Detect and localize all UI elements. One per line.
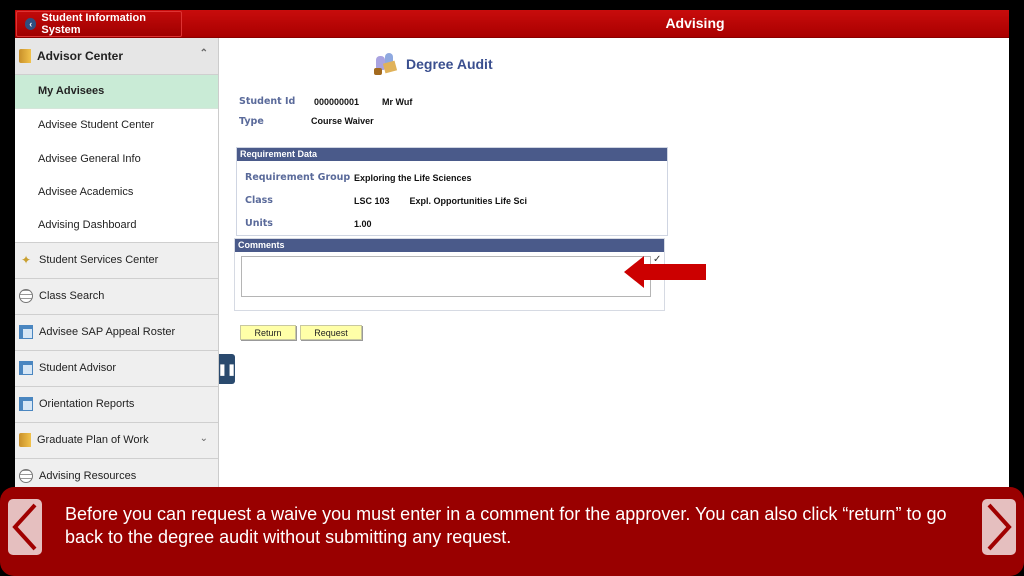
sidebar-item-label: Advising Resources — [39, 470, 137, 482]
requirement-data-header: Requirement Data — [237, 148, 667, 161]
units-label: Units — [245, 218, 273, 229]
globe-icon — [19, 469, 33, 483]
globe-icon — [19, 289, 33, 303]
request-button[interactable]: Request — [300, 325, 362, 340]
top-bar: ‹ Student Information System Advising — [15, 10, 1009, 38]
sidebar-item-student-advisor[interactable]: Student Advisor — [15, 350, 218, 387]
annotation-arrow-icon — [624, 256, 706, 288]
back-icon: ‹ — [25, 18, 37, 30]
requirement-group-label: Requirement Group — [245, 172, 351, 183]
units-row: Units 1.00 — [245, 218, 372, 229]
page-icon — [19, 325, 33, 339]
student-id-value: 000000001 — [314, 97, 360, 107]
sidebar-item-label: Student Services Center — [39, 254, 159, 266]
sidebar-item-my-advisees[interactable]: My Advisees — [15, 75, 218, 109]
units-value: 1.00 — [354, 218, 372, 229]
page-icon — [19, 397, 33, 411]
sidebar-item-label: Advisor Center — [37, 49, 124, 63]
requirement-group-row: Requirement Group Exploring the Life Sci… — [245, 172, 472, 183]
folder-icon — [19, 49, 31, 63]
sidebar-item-label: Advisee SAP Appeal Roster — [39, 326, 176, 338]
main-content: Degree Audit Student Id 000000001 Mr Wuf… — [219, 38, 1009, 500]
sidebar-item-graduate-plan-of-work[interactable]: Graduate Plan of Work ⌄ — [15, 422, 218, 459]
chevron-down-icon: ⌄ — [199, 432, 208, 444]
class-label: Class — [245, 195, 273, 206]
sidebar-item-student-services-center[interactable]: ✦ Student Services Center — [15, 242, 218, 279]
chevron-up-icon: ⌃ — [199, 48, 208, 59]
comments-section: Comments ✓ — [234, 238, 665, 311]
requirement-data-section: Requirement Data Requirement Group Explo… — [236, 147, 668, 236]
tutorial-caption-bar: Before you can request a waive you must … — [0, 487, 1024, 576]
degree-audit-icon — [374, 52, 398, 76]
sidebar-item-label: Class Search — [39, 290, 105, 302]
type-label: Type — [239, 116, 264, 127]
sidebar-item-advisee-general-info[interactable]: Advisee General Info — [15, 142, 218, 176]
home-label: Student Information System — [41, 12, 146, 36]
sidebar-item-advisee-sap-appeal-roster[interactable]: Advisee SAP Appeal Roster — [15, 314, 218, 351]
student-id-label: Student Id — [239, 96, 296, 107]
class-title: Expl. Opportunities Life Sci — [409, 195, 528, 206]
page-title: Advising — [665, 15, 725, 31]
class-row: Class LSC 103 Expl. Opportunities Life S… — [245, 195, 527, 206]
sidebar-item-orientation-reports[interactable]: Orientation Reports — [15, 386, 218, 423]
page-header: Degree Audit — [374, 52, 493, 76]
sidebar-item-label: Student Advisor — [39, 362, 117, 374]
sidebar-item-advisee-student-center[interactable]: Advisee Student Center — [15, 108, 218, 142]
wand-icon: ✦ — [20, 253, 32, 267]
sidebar: Advisor Center ⌃ My Advisees Advisee Stu… — [15, 38, 219, 500]
caption-text: Before you can request a waive you must … — [65, 504, 947, 547]
app-window: ‹ Student Information System Advising Ad… — [15, 10, 1009, 500]
chevron-right-icon — [987, 503, 1012, 551]
return-button[interactable]: Return — [240, 325, 296, 340]
student-name: Mr Wuf — [382, 97, 413, 107]
sidebar-item-advisor-center[interactable]: Advisor Center ⌃ — [15, 38, 218, 75]
next-slide-button[interactable] — [982, 499, 1016, 555]
requirement-group-value: Exploring the Life Sciences — [354, 172, 472, 183]
sidebar-item-label: Orientation Reports — [39, 398, 135, 410]
degree-audit-title: Degree Audit — [406, 56, 493, 72]
chevron-left-icon — [12, 503, 37, 551]
previous-slide-button[interactable] — [8, 499, 42, 555]
folder-icon — [19, 433, 31, 447]
class-code: LSC 103 — [354, 195, 390, 206]
sidebar-item-label: Graduate Plan of Work — [37, 434, 149, 446]
comments-header: Comments — [235, 239, 664, 252]
sidebar-item-advising-dashboard[interactable]: Advising Dashboard — [15, 209, 218, 243]
comments-textarea[interactable] — [241, 256, 651, 297]
page-icon — [19, 361, 33, 375]
sidebar-item-advisee-academics[interactable]: Advisee Academics — [15, 175, 218, 209]
type-value: Course Waiver — [311, 116, 374, 126]
home-button[interactable]: ‹ Student Information System — [16, 11, 182, 37]
sidebar-item-class-search[interactable]: Class Search — [15, 278, 218, 315]
